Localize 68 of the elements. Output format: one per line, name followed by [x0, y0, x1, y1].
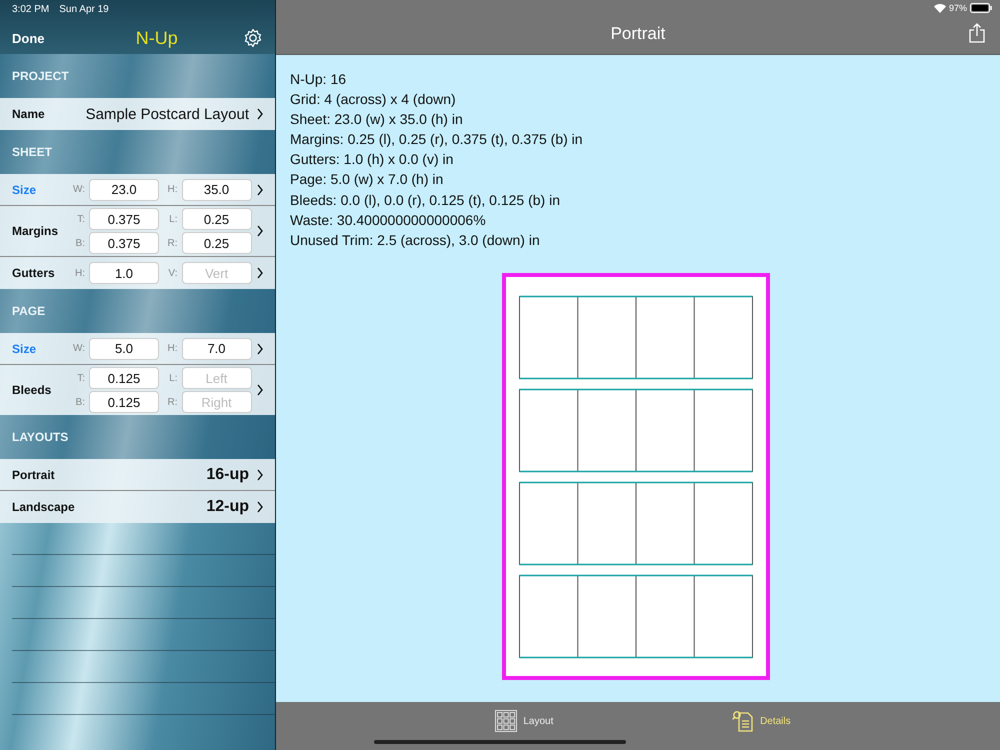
tab-button[interactable]: Layout	[495, 710, 554, 732]
app-title: N-Up	[136, 28, 178, 48]
input-field[interactable]: 7.0	[182, 338, 252, 360]
detail-line: Page: 5.0 (w) x 7.0 (h) in	[290, 170, 444, 190]
field-prefix: V:	[167, 268, 178, 278]
input-field[interactable]: 35.0	[182, 178, 252, 200]
input-field[interactable]: 0.125	[89, 391, 159, 413]
detail-line: Unused Trim: 2.5 (across), 3.0 (down) in	[290, 230, 541, 250]
section-header: PROJECT	[12, 69, 69, 83]
section-header: SHEET	[12, 145, 52, 159]
field-prefix: W:	[72, 343, 85, 354]
field-prefix: T:	[76, 372, 85, 384]
input-field[interactable]: Vert	[182, 262, 252, 284]
input-field[interactable]: 0.375	[89, 208, 159, 230]
detail-line: Bleeds: 0.0 (l), 0.0 (r), 0.125 (t), 0.125 (b) in	[290, 190, 562, 210]
input-field[interactable]: 0.125	[89, 367, 159, 389]
row-label: Name	[12, 107, 46, 121]
row-label: Size	[12, 342, 38, 356]
detail-line: Waste: 30.400000000000006%	[290, 210, 487, 230]
detail-line: Sheet: 23.0 (w) x 35.0 (h) in	[290, 110, 464, 130]
row-value: 12-up	[205, 498, 249, 516]
input-field[interactable]: 0.25	[182, 232, 252, 254]
input-field[interactable]: 0.25	[182, 208, 252, 230]
settings-row[interactable]: Bleeds T: 0.125 L: Left B: 0.125 R: Right	[0, 365, 275, 415]
settings-row[interactable]: Size W: 23.0 H: 35.0	[0, 174, 275, 206]
tab-button[interactable]: Details	[732, 710, 791, 732]
status-time: 3:02 PM	[12, 4, 50, 17]
done-button[interactable]: Done	[12, 30, 44, 46]
field-prefix: L:	[168, 372, 178, 384]
field-prefix: L:	[168, 214, 178, 224]
detail-line: Margins: 0.25 (l), 0.25 (r), 0.375 (t), 0.375 (b) in	[290, 130, 584, 150]
detail-line: Grid: 4 (across) x 4 (down)	[290, 90, 457, 110]
detail-line: Gutters: 1.0 (h) x 0.0 (v) in	[290, 150, 454, 170]
section-header: PAGE	[12, 304, 46, 318]
input-field[interactable]: 1.0	[89, 262, 159, 284]
row-label: Gutters	[12, 266, 56, 280]
section-header: LAYOUTS	[12, 430, 68, 444]
row-label: Landscape	[12, 500, 72, 514]
field-prefix: T:	[76, 214, 85, 224]
field-prefix: H:	[166, 184, 178, 195]
input-field[interactable]: 0.375	[89, 232, 159, 254]
input-field[interactable]: Right	[182, 391, 252, 413]
field-prefix: R:	[166, 238, 178, 248]
settings-row[interactable]: Gutters H: 1.0 V: Vert	[0, 257, 275, 289]
settings-row[interactable]: Name Sample Postcard Layout	[0, 98, 275, 130]
row-label: Portrait	[12, 468, 56, 482]
settings-row[interactable]: Size W: 5.0 H: 7.0	[0, 333, 275, 365]
row-label: Bleeds	[12, 383, 52, 397]
row-label: Margins	[12, 224, 60, 238]
status-date: Sun Apr 19	[59, 4, 109, 17]
row-label: Size	[12, 182, 38, 196]
field-prefix: W:	[72, 184, 85, 195]
settings-row[interactable]: Margins T: 0.375 L: 0.25 B: 0.375 R: 0.25	[0, 206, 275, 257]
settings-row[interactable]: Portrait 16-up	[0, 459, 275, 491]
row-value: Sample Postcard Layout	[84, 106, 249, 122]
settings-row[interactable]: Landscape 12-up	[0, 491, 275, 523]
input-field[interactable]: Left	[182, 367, 252, 389]
row-value: 16-up	[205, 466, 249, 484]
input-field[interactable]: 5.0	[89, 338, 159, 360]
field-prefix: B:	[74, 238, 85, 248]
input-field[interactable]: 23.0	[89, 178, 159, 200]
detail-title: Portrait	[610, 24, 666, 44]
field-prefix: B:	[74, 396, 85, 408]
field-prefix: R:	[166, 396, 178, 408]
field-prefix: H:	[166, 343, 178, 354]
field-prefix: H:	[74, 268, 85, 278]
battery-percent: 97%	[948, 3, 967, 13]
detail-line: N-Up: 16	[290, 70, 348, 89]
